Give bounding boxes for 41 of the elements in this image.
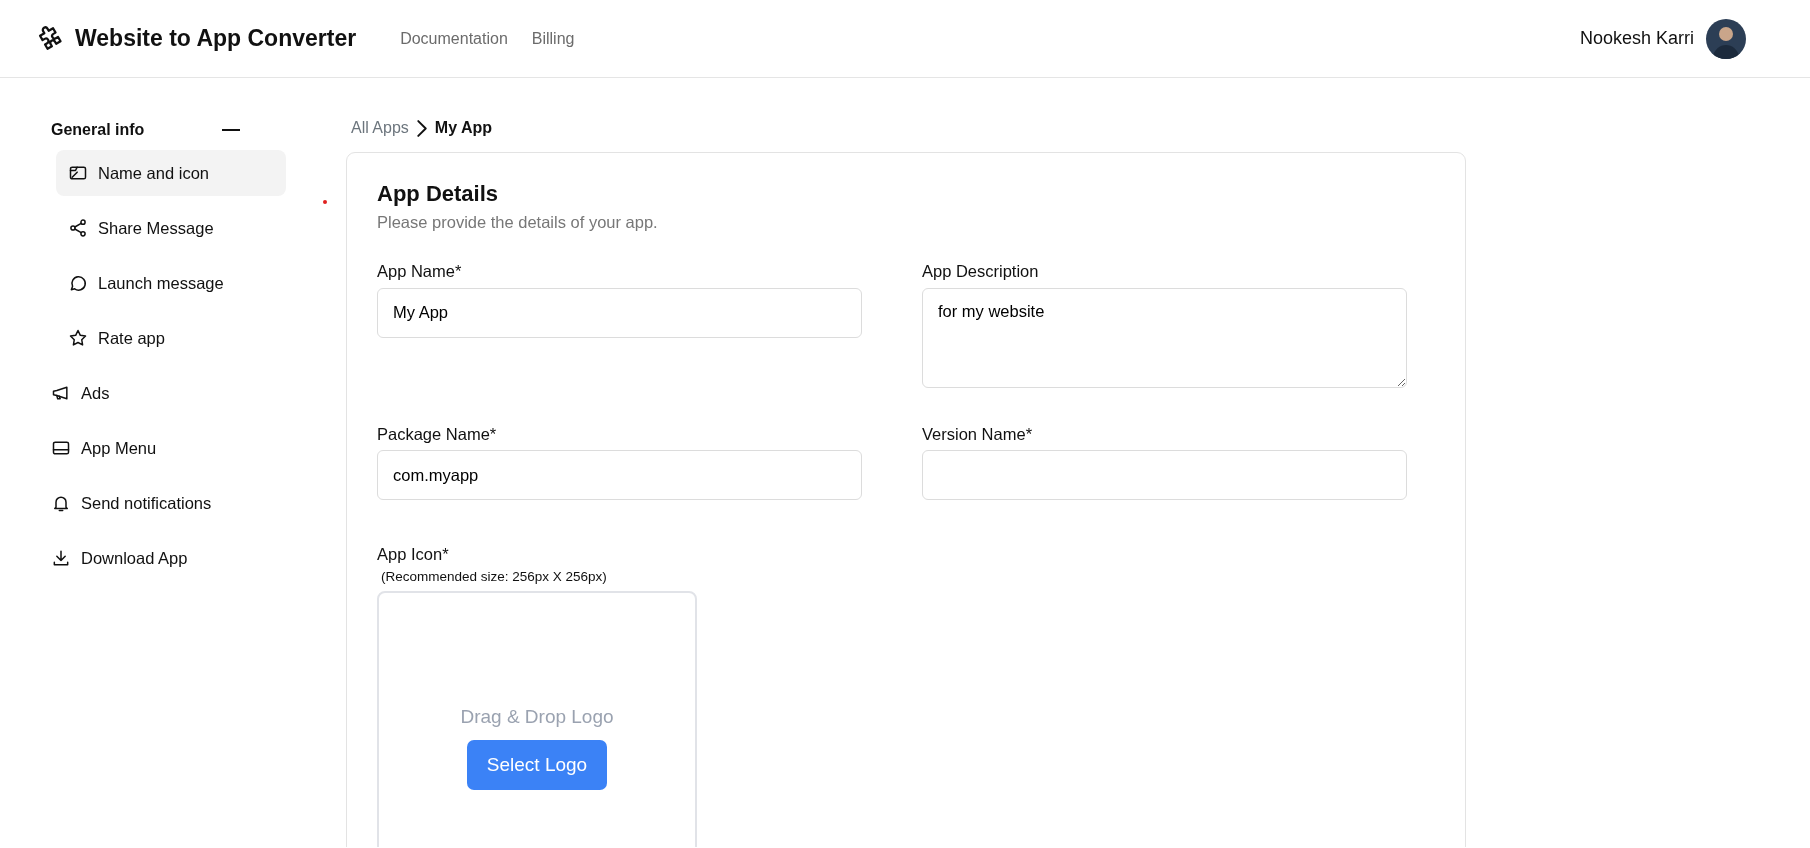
chat-bubble-icon bbox=[68, 273, 88, 293]
star-icon bbox=[68, 328, 88, 348]
input-field[interactable] bbox=[922, 450, 1407, 501]
nav-link[interactable]: Billing bbox=[531, 26, 575, 51]
sidebar-item[interactable]: Ads bbox=[51, 370, 281, 416]
input-field[interactable]: com.myapp bbox=[377, 450, 862, 501]
field-label: Version Name* bbox=[922, 423, 1034, 445]
chevron-right-icon bbox=[416, 119, 427, 137]
field-label: App Name* bbox=[377, 260, 463, 282]
field-label: Package Name* bbox=[377, 423, 498, 445]
field-label: App Icon* bbox=[377, 544, 450, 566]
text-area[interactable]: for my website bbox=[922, 287, 1407, 388]
sidebar-item[interactable]: Launch message bbox=[56, 260, 286, 306]
sidebar-item[interactable]: Name and icon bbox=[56, 150, 286, 196]
nav-link[interactable]: Documentation bbox=[400, 26, 508, 51]
card-title: App Details bbox=[377, 180, 500, 208]
breadcrumb-item: My App bbox=[434, 118, 492, 138]
card-subtitle: Please provide the details of your app. bbox=[377, 212, 659, 233]
select-logo-button[interactable]: Select Logo bbox=[466, 739, 608, 791]
sidebar-item[interactable]: Share Message bbox=[56, 205, 286, 251]
hint-text: (Recommended size: 256px X 256px) bbox=[381, 568, 608, 586]
drop-hint: Drag & Drop Logo bbox=[459, 705, 615, 730]
breadcrumb-item[interactable]: All Apps bbox=[351, 116, 409, 140]
card-icon bbox=[51, 438, 71, 458]
sidebar-item[interactable]: App Menu bbox=[51, 425, 281, 471]
megaphone-icon bbox=[51, 383, 71, 403]
minus-icon bbox=[221, 129, 241, 131]
input-field[interactable]: My App bbox=[377, 287, 862, 338]
share-icon bbox=[68, 218, 88, 238]
section-title: General info bbox=[51, 120, 145, 140]
dot-marker bbox=[323, 200, 327, 204]
field-label: App Description bbox=[922, 260, 1040, 282]
brand-name: Website to App Converter bbox=[75, 24, 357, 54]
avatar[interactable] bbox=[1706, 18, 1746, 59]
drop-zone[interactable]: Drag & Drop Logo Select Logo bbox=[377, 591, 697, 847]
sidebar-item[interactable]: Download App bbox=[51, 535, 281, 581]
user-name: Nookesh Karri bbox=[1579, 27, 1694, 50]
download-icon bbox=[51, 548, 71, 568]
sidebar-item[interactable]: Send notifications bbox=[51, 480, 281, 526]
image-icon bbox=[68, 163, 88, 183]
sidebar-item[interactable]: Rate app bbox=[56, 315, 286, 361]
